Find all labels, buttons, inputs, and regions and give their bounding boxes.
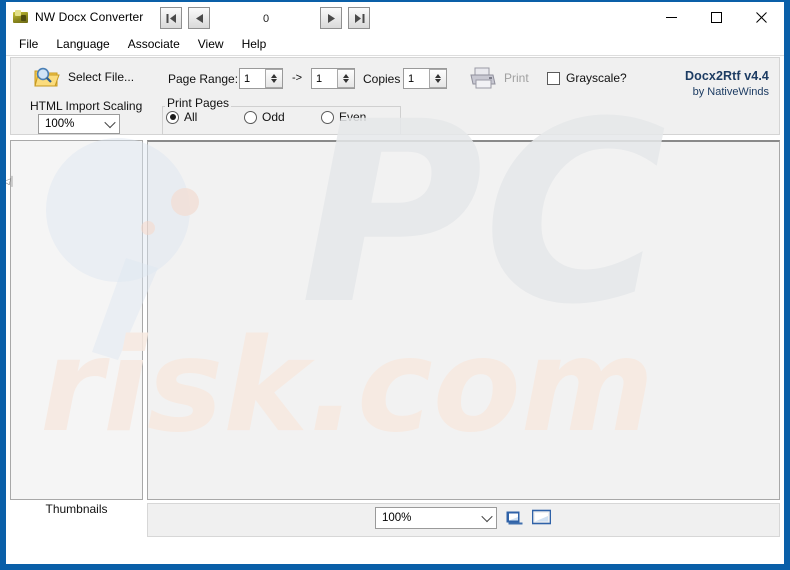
title-bar: NW Docx Converter <box>6 2 784 32</box>
grayscale-label: Grayscale? <box>566 71 627 85</box>
select-file-label: Select File... <box>68 70 135 84</box>
application-window: NW Docx Converter File Language Associat… <box>0 0 790 570</box>
select-file-button[interactable]: Select File... <box>34 65 134 89</box>
radio-odd[interactable]: Odd <box>244 110 321 124</box>
menu-item-view[interactable]: View <box>190 34 232 54</box>
radio-even[interactable]: Even <box>321 110 366 124</box>
thumbnails-label: Thumbnails <box>45 502 108 516</box>
print-button[interactable]: Print <box>468 66 529 90</box>
print-pages-title: Print Pages <box>165 96 232 110</box>
html-import-scaling-select[interactable]: 100% <box>38 114 120 134</box>
page-range-to-arrows[interactable] <box>337 69 354 88</box>
previous-page-icon <box>195 13 203 23</box>
close-icon <box>756 11 767 23</box>
document-preview-area[interactable] <box>147 140 780 500</box>
page-range-from-stepper[interactable]: 1 <box>239 68 283 89</box>
last-page-button[interactable] <box>348 7 370 29</box>
window-title: NW Docx Converter <box>35 10 144 24</box>
page-range-from-arrows[interactable] <box>265 69 282 88</box>
radio-even-circle <box>321 110 334 124</box>
html-import-scaling-value: 100% <box>45 118 75 130</box>
page-range-to-stepper[interactable]: 1 <box>311 68 355 89</box>
close-button[interactable] <box>739 2 784 32</box>
next-page-button[interactable] <box>320 7 342 29</box>
copies-stepper[interactable]: 1 <box>403 68 447 89</box>
panel-splitter-handle[interactable]: ◁│ <box>6 174 15 188</box>
html-import-scaling-label: HTML Import Scaling <box>30 99 143 113</box>
menu-item-associate[interactable]: Associate <box>120 34 188 54</box>
copies-label: Copies <box>363 72 401 86</box>
folder-search-icon <box>34 65 60 89</box>
fit-page-view-button[interactable] <box>530 507 552 527</box>
minimize-button[interactable] <box>649 2 694 32</box>
grayscale-checkbox-box <box>547 71 560 85</box>
brand-block: Docx2Rtf v4.4 by NativeWinds <box>685 69 769 98</box>
previous-page-button[interactable] <box>188 7 210 29</box>
app-icon <box>13 9 29 25</box>
range-arrow-label: -> <box>292 72 303 84</box>
brand-vendor: by NativeWinds <box>692 86 769 98</box>
brand-product: Docx2Rtf v4.4 <box>685 69 769 83</box>
next-page-icon <box>327 13 335 23</box>
chevron-down-icon <box>478 510 496 523</box>
radio-all[interactable]: All <box>166 110 244 124</box>
last-page-icon <box>354 13 364 23</box>
copies-value: 1 <box>408 72 415 85</box>
first-page-button[interactable] <box>160 7 182 29</box>
zoom-level-select[interactable]: 100% <box>375 507 497 529</box>
radio-odd-circle <box>244 110 257 124</box>
radio-all-label: All <box>184 110 198 124</box>
page-view-icon <box>506 511 522 525</box>
maximize-button[interactable] <box>694 2 739 32</box>
page-range-label: Page Range: <box>168 72 239 86</box>
first-page-icon <box>166 13 176 23</box>
page-range-from-value: 1 <box>244 72 251 85</box>
print-label: Print <box>504 71 529 85</box>
menu-item-language[interactable]: Language <box>48 34 117 54</box>
chevron-down-icon <box>101 116 119 129</box>
page-range-to-value: 1 <box>316 72 323 85</box>
radio-odd-label: Odd <box>262 110 285 124</box>
single-page-view-button[interactable] <box>503 507 525 527</box>
radio-even-label: Even <box>339 110 367 124</box>
radio-all-circle <box>166 110 179 124</box>
window-inner-frame: NW Docx Converter File Language Associat… <box>5 1 785 565</box>
minimize-icon <box>666 16 677 18</box>
fit-page-icon <box>531 509 551 525</box>
menu-item-file[interactable]: File <box>11 34 46 54</box>
menu-item-help[interactable]: Help <box>234 34 275 54</box>
printer-icon <box>468 66 498 90</box>
menu-bar: File Language Associate View Help <box>6 32 784 56</box>
copies-arrows[interactable] <box>429 69 446 88</box>
grayscale-checkbox[interactable]: Grayscale? <box>547 71 627 85</box>
window-controls <box>649 2 784 32</box>
page-number-display: 0 <box>262 13 270 25</box>
zoom-level-value: 100% <box>382 512 412 524</box>
print-pages-options: All Odd Even <box>166 110 398 124</box>
thumbnails-panel[interactable] <box>10 140 143 500</box>
toolbar: Select File... Page Range: 1 -> 1 Copies… <box>10 57 780 135</box>
maximize-icon <box>711 11 722 23</box>
